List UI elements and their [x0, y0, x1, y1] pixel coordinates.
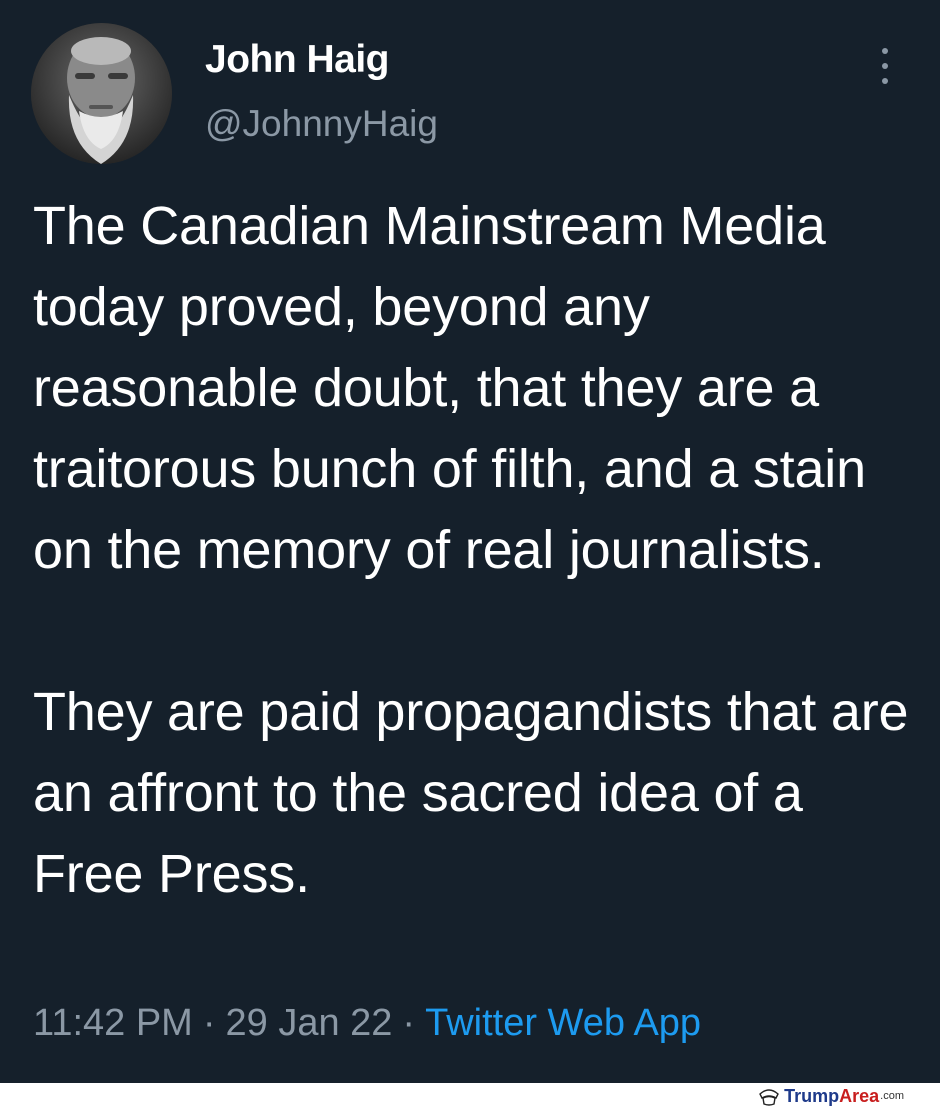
dot — [882, 78, 888, 84]
author-name[interactable]: John Haig — [205, 38, 390, 82]
watermark-brand-part2: Area — [839, 1085, 880, 1106]
tweet-time[interactable]: 11:42 PM — [33, 1002, 193, 1044]
dot — [882, 48, 888, 54]
tweet-date[interactable]: 29 Jan 22 — [226, 1002, 393, 1044]
dot — [882, 63, 888, 69]
avatar[interactable] — [31, 23, 172, 164]
trump-area-logo-icon — [759, 1089, 779, 1106]
separator: · — [402, 1002, 416, 1044]
separator: · — [202, 1002, 216, 1044]
watermark-brand-part1: Trump — [784, 1085, 840, 1106]
tweet-text: The Canadian Mainstream Media today prov… — [33, 186, 913, 915]
author-handle[interactable]: @JohnnyHaig — [205, 103, 438, 145]
tweet-card: John Haig @JohnnyHaig The Canadian Mains… — [0, 0, 940, 1083]
bearded-man-portrait-icon — [31, 23, 172, 164]
tweet-paragraph-2: They are paid propagandists that are an … — [33, 682, 909, 904]
tweet-paragraph-1: The Canadian Mainstream Media today prov… — [33, 196, 866, 580]
tweet-source-link[interactable]: Twitter Web App — [425, 1002, 701, 1044]
more-options-icon[interactable] — [868, 44, 902, 88]
watermark-suffix: .com — [880, 1090, 904, 1102]
tweet-metadata: 11:42 PM · 29 Jan 22 · Twitter Web App — [33, 1002, 701, 1045]
watermark: Trump Area .com — [758, 1084, 904, 1108]
